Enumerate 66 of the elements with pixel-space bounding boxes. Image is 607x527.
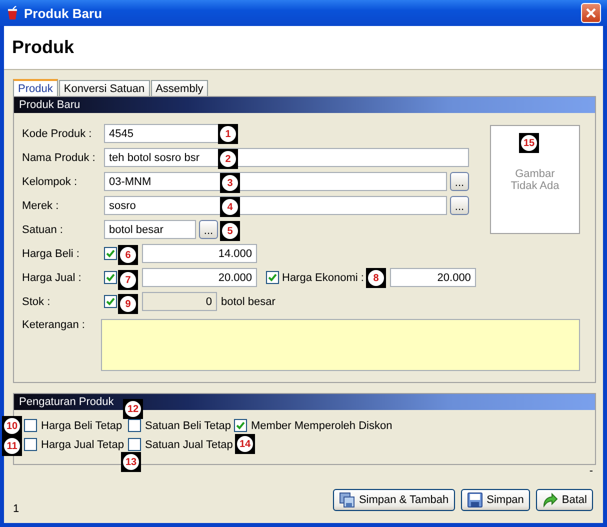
close-icon bbox=[585, 7, 597, 19]
input-field[interactable]: 0 bbox=[142, 292, 217, 311]
number-badge: 15 bbox=[521, 135, 537, 151]
number-badge: 2 bbox=[220, 151, 236, 167]
checkbox-label: Satuan Beli Tetap bbox=[145, 420, 232, 432]
number-badge: 13 bbox=[123, 454, 139, 470]
checkbox[interactable] bbox=[24, 438, 37, 451]
panel-title: Produk Baru bbox=[14, 97, 595, 113]
number-badge: 10 bbox=[4, 418, 20, 434]
field-label: Kelompok : bbox=[22, 176, 78, 188]
field-label: Satuan : bbox=[22, 224, 64, 236]
number-badge: 12 bbox=[125, 401, 141, 417]
input-field[interactable]: 14.000 bbox=[142, 244, 257, 263]
checkbox-label: Harga Jual Tetap bbox=[41, 438, 124, 450]
checkbox[interactable] bbox=[104, 295, 117, 308]
page-title: Produk bbox=[12, 37, 74, 58]
checkbox[interactable] bbox=[128, 438, 141, 451]
checkbox-label: Satuan Jual Tetap bbox=[145, 438, 233, 450]
tab[interactable]: Assembly bbox=[150, 80, 208, 96]
field-label: Merek : bbox=[22, 200, 60, 212]
number-badge: 6 bbox=[120, 247, 136, 263]
number-badge: 14 bbox=[237, 436, 253, 452]
field-label: Keterangan : bbox=[22, 319, 86, 333]
window-title: Produk Baru bbox=[24, 6, 104, 20]
checkbox[interactable] bbox=[128, 419, 141, 432]
field-label: Harga Ekonomi : bbox=[282, 272, 364, 284]
field-label: Harga Beli : bbox=[22, 248, 80, 260]
field-label: Stok : bbox=[22, 296, 52, 308]
input-field[interactable]: botol besar bbox=[104, 220, 196, 239]
number-badge: 5 bbox=[222, 223, 238, 239]
number-badge: 7 bbox=[120, 272, 136, 288]
status-text: - bbox=[589, 465, 593, 477]
checkbox[interactable] bbox=[266, 271, 279, 284]
floppy-stack-icon bbox=[338, 492, 355, 508]
number-badge: 1 bbox=[220, 126, 236, 142]
checkbox-label: Harga Beli Tetap bbox=[41, 420, 122, 432]
button[interactable]: Simpan bbox=[460, 489, 530, 511]
field-label: Nama Produk : bbox=[22, 152, 96, 164]
field-label: Kode Produk : bbox=[22, 128, 93, 140]
checkbox[interactable] bbox=[104, 271, 117, 284]
close-button[interactable] bbox=[581, 3, 601, 23]
number-badge: 8 bbox=[368, 270, 384, 286]
number-badge: 9 bbox=[120, 296, 136, 312]
button[interactable]: Batal bbox=[536, 489, 593, 511]
checkbox[interactable] bbox=[24, 419, 37, 432]
checkbox-label: Member Memperoleh Diskon bbox=[251, 420, 392, 432]
field-label: Harga Jual : bbox=[22, 272, 82, 284]
number-badge: 3 bbox=[222, 175, 238, 191]
number-badge: 4 bbox=[222, 199, 238, 215]
app-icon bbox=[6, 6, 19, 20]
unit-label: botol besar bbox=[221, 296, 276, 308]
input-field[interactable]: 20.000 bbox=[390, 268, 476, 287]
tab[interactable]: Produk bbox=[13, 79, 58, 96]
tab[interactable]: Konversi Satuan bbox=[58, 80, 150, 96]
browse-button[interactable]: ... bbox=[199, 220, 218, 239]
browse-button[interactable]: ... bbox=[450, 196, 469, 215]
input-field[interactable]: 20.000 bbox=[142, 268, 257, 287]
arrow-icon bbox=[542, 492, 558, 508]
status-text: 1 bbox=[13, 503, 20, 515]
button[interactable]: Simpan & Tambah bbox=[332, 489, 455, 511]
checkbox[interactable] bbox=[104, 247, 117, 260]
browse-button[interactable]: ... bbox=[450, 172, 469, 191]
number-badge: 11 bbox=[4, 438, 20, 454]
checkbox[interactable] bbox=[234, 419, 247, 432]
placeholder-text: Gambar Tidak Ada bbox=[510, 168, 560, 192]
input-field[interactable]: 4545 bbox=[104, 124, 220, 143]
